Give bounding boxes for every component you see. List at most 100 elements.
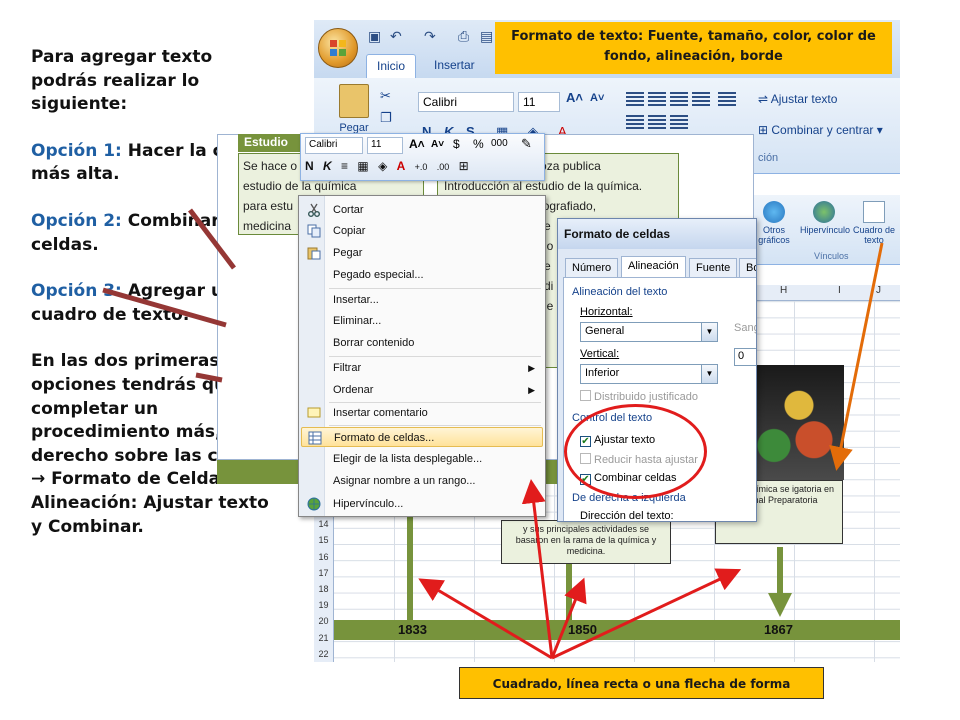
- align-top-icon[interactable]: [626, 92, 644, 106]
- dialog-tabs: Número Alineación Fuente Bo: [563, 256, 756, 278]
- indent-label: Sangr: [734, 322, 756, 334]
- office-button[interactable]: [318, 28, 358, 68]
- dialog-title: Formato de celdas: [558, 219, 756, 249]
- mini-grow-font-icon[interactable]: A˄: [409, 137, 425, 151]
- vertical-select[interactable]: Inferior ▼: [580, 364, 718, 384]
- mini-size-select[interactable]: 11: [367, 137, 403, 154]
- timeline-connector: [566, 564, 572, 620]
- row-number[interactable]: 18: [314, 581, 333, 597]
- row-number[interactable]: 14: [314, 516, 333, 532]
- tab-alineacion[interactable]: Alineación: [621, 256, 686, 278]
- row-number[interactable]: 15: [314, 532, 333, 548]
- comment-icon: [307, 407, 321, 418]
- wrap-text-label: Ajustar texto: [770, 92, 838, 106]
- menu-item-filtrar[interactable]: Filtrar ▶: [301, 358, 543, 378]
- distributed-checkbox[interactable]: Distribuido justificado: [580, 390, 698, 403]
- mini-italic-icon[interactable]: K: [323, 159, 332, 173]
- mini-font-select[interactable]: Calibri: [305, 137, 363, 154]
- header-cell[interactable]: Estudio: [238, 134, 308, 152]
- mini-fill-color-icon[interactable]: ◈: [378, 159, 387, 173]
- option-3-label: Opción 3:: [31, 281, 122, 302]
- menu-item-label: Formato de celdas...: [334, 432, 435, 444]
- menu-item-eliminar[interactable]: Eliminar...: [301, 311, 543, 331]
- align-right-icon[interactable]: [648, 115, 666, 129]
- mini-toolbar: Calibri 11 A˄ A˅ $ % 000 ✎ N K ≡ ▦ ◈ A +…: [300, 133, 545, 181]
- submenu-arrow-icon: ▶: [528, 385, 535, 395]
- menu-item-pegar[interactable]: Pegar: [301, 243, 543, 263]
- align-left-icon[interactable]: [718, 92, 737, 106]
- text-box-icon: [863, 201, 885, 223]
- row-number[interactable]: 17: [314, 565, 333, 581]
- menu-item-insertar-comentario[interactable]: Insertar comentario: [301, 403, 543, 423]
- mini-decrease-decimal-icon[interactable]: .00: [437, 162, 450, 172]
- mini-percent-icon[interactable]: %: [473, 137, 484, 151]
- row-number[interactable]: 16: [314, 549, 333, 565]
- row-number[interactable]: 22: [314, 646, 333, 662]
- undo-icon[interactable]: ↶: [390, 28, 402, 45]
- horizontal-select[interactable]: General ▼: [580, 322, 718, 342]
- row-number[interactable]: 19: [314, 597, 333, 613]
- tab-insertar[interactable]: Insertar: [424, 54, 485, 78]
- scissors-icon: [308, 203, 320, 217]
- save-icon[interactable]: ▣: [368, 28, 381, 45]
- column-header[interactable]: H: [780, 285, 787, 296]
- menu-item-hipervinculo[interactable]: Hipervínculo...: [301, 494, 543, 514]
- mini-align-icon[interactable]: ≡: [341, 159, 348, 173]
- indent-icon[interactable]: [670, 115, 688, 129]
- mini-shrink-font-icon[interactable]: A˅: [431, 139, 444, 150]
- mini-merge-icon[interactable]: ⊞: [459, 159, 469, 173]
- format-cells-icon: [308, 431, 322, 445]
- row-number[interactable]: 20: [314, 613, 333, 629]
- mini-borders-icon[interactable]: ▦: [357, 159, 368, 173]
- vertical-value: Inferior: [585, 367, 620, 379]
- print-icon[interactable]: ▤: [480, 28, 493, 45]
- hyperlink-label: Hipervínculo: [800, 225, 851, 235]
- hyperlink-icon: [307, 497, 321, 511]
- menu-item-pegado-especial[interactable]: Pegado especial...: [301, 265, 543, 285]
- callout-shapes: Cuadrado, línea recta o una flecha de fo…: [459, 667, 824, 699]
- menu-item-insertar[interactable]: Insertar...: [301, 290, 543, 310]
- tab-numero[interactable]: Número: [565, 258, 619, 278]
- align-middle-icon[interactable]: [648, 92, 666, 106]
- mini-bold-icon[interactable]: N: [305, 159, 314, 173]
- wrap-text-button[interactable]: ⇌ Ajustar texto: [758, 92, 837, 106]
- copy-icon[interactable]: ❐: [380, 110, 392, 126]
- font-name-select[interactable]: Calibri: [418, 92, 514, 112]
- merge-center-button[interactable]: ⊞ Combinar y centrar ▾: [758, 123, 883, 137]
- align-center-icon[interactable]: [626, 115, 644, 129]
- other-charts-button[interactable]: Otros gráficos: [750, 201, 798, 245]
- mini-thousands-icon[interactable]: 000: [491, 138, 508, 149]
- menu-item-label: Filtrar: [333, 362, 362, 374]
- menu-item-cortar[interactable]: Cortar: [301, 200, 543, 220]
- mini-font-color-icon[interactable]: A: [397, 159, 406, 173]
- align-bottom-icon[interactable]: [670, 92, 688, 106]
- menu-item-asignar-nombre[interactable]: Asignar nombre a un rango...: [301, 471, 543, 491]
- shrink-font-icon[interactable]: A˅: [590, 92, 604, 104]
- mini-currency-icon[interactable]: $: [453, 137, 460, 151]
- orientation-icon[interactable]: [692, 92, 710, 106]
- hyperlink-button[interactable]: Hipervínculo: [800, 201, 851, 235]
- menu-item-copiar[interactable]: Copiar: [301, 221, 543, 241]
- cut-icon[interactable]: ✂: [380, 88, 391, 104]
- row-number[interactable]: 21: [314, 630, 333, 646]
- mini-increase-decimal-icon[interactable]: +.0: [415, 162, 428, 172]
- text-box-button[interactable]: Cuadro de texto: [850, 201, 898, 245]
- menu-item-borrar-contenido[interactable]: Borrar contenido: [301, 333, 543, 353]
- menu-item-elegir-lista[interactable]: Elegir de la lista desplegable...: [301, 449, 543, 469]
- indent-input[interactable]: 0: [734, 348, 756, 366]
- tab-fuente[interactable]: Fuente: [689, 258, 738, 278]
- mini-format-painter-icon[interactable]: ✎: [521, 136, 532, 152]
- column-header[interactable]: I: [838, 285, 841, 296]
- print-preview-icon[interactable]: ⎙: [458, 28, 469, 45]
- redo-icon[interactable]: ↷: [424, 28, 436, 45]
- callout-format-text: Formato de texto: Fuente, tamaño, color,…: [495, 22, 892, 74]
- timeline-connector: [407, 500, 413, 620]
- menu-item-formato-de-celdas[interactable]: Formato de celdas...: [301, 427, 543, 447]
- column-header[interactable]: J: [876, 285, 881, 296]
- menu-item-ordenar[interactable]: Ordenar ▶: [301, 380, 543, 400]
- tab-inicio[interactable]: Inicio: [366, 54, 417, 78]
- font-size-select[interactable]: 11: [518, 92, 560, 112]
- tab-bordes[interactable]: Bo: [739, 258, 756, 278]
- grow-font-icon[interactable]: A˄: [566, 90, 583, 105]
- text-box-label: Cuadro de texto: [852, 225, 896, 245]
